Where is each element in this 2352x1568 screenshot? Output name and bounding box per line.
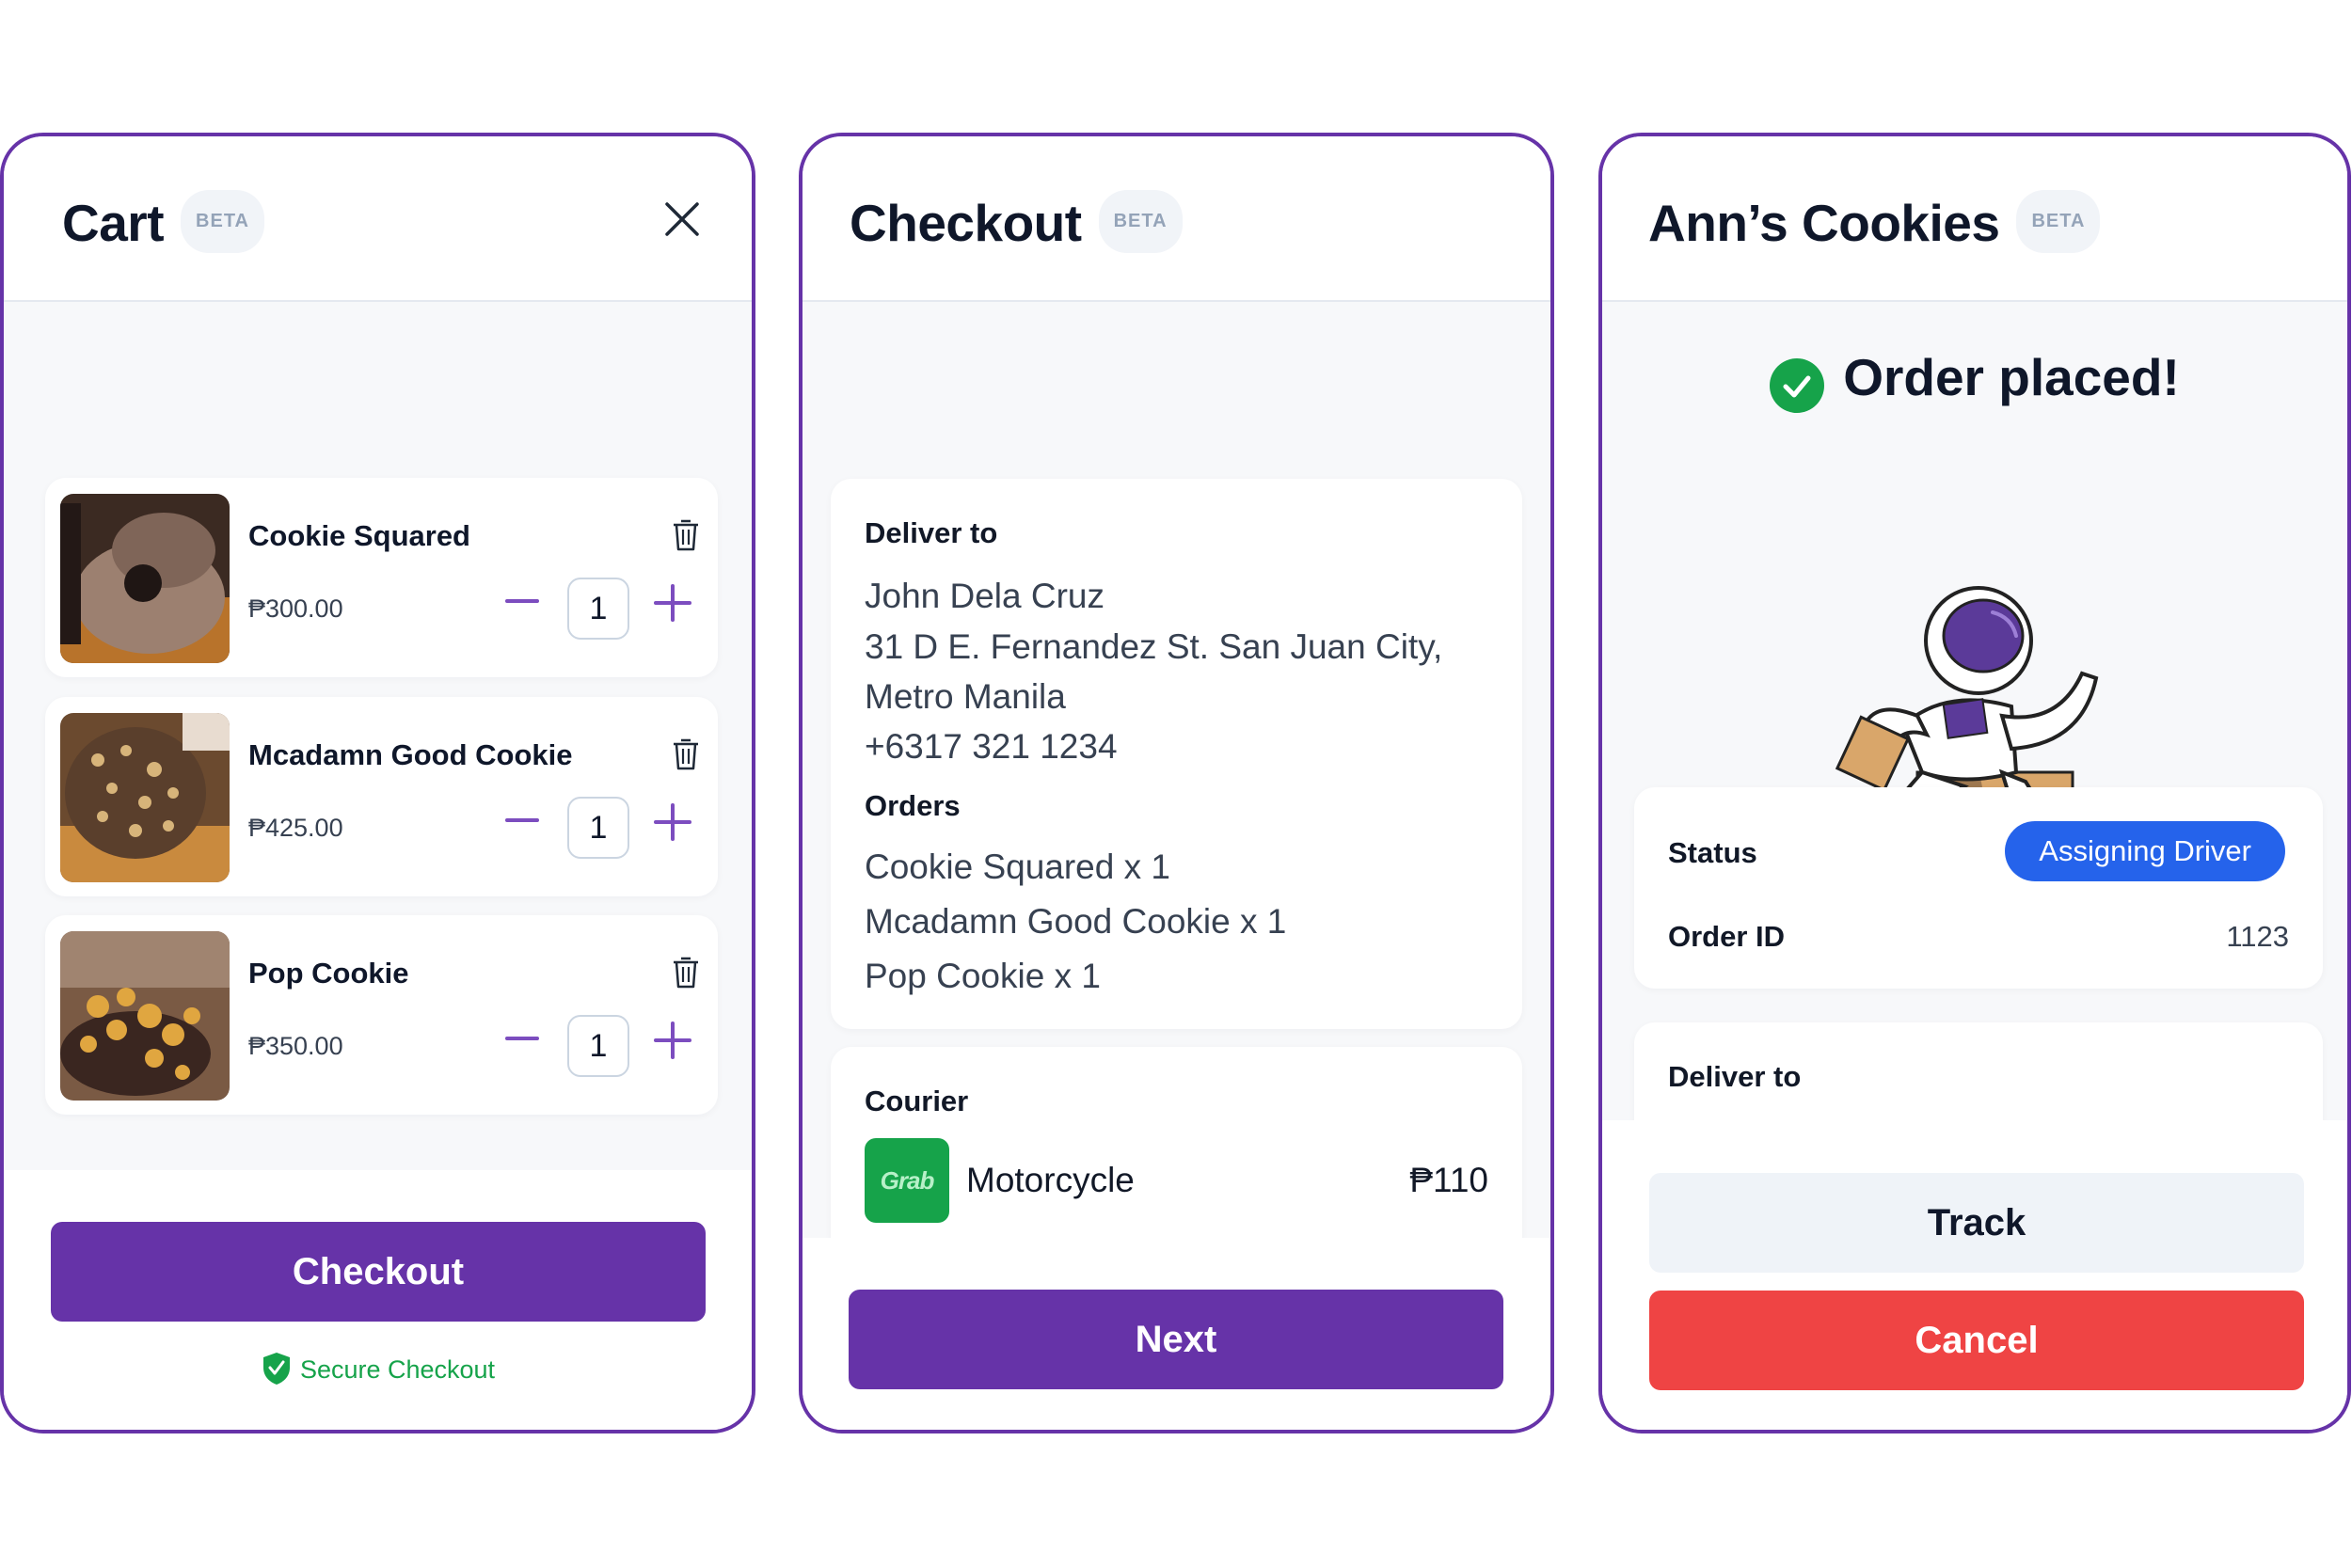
beta-badge: BETA [1098, 189, 1183, 253]
order-confirmation-panel: Ann’s Cookies BETA Order placed! Status … [1598, 133, 2351, 1433]
beta-badge: BETA [2016, 189, 2101, 253]
decrease-quantity-button[interactable] [503, 1020, 541, 1057]
beta-badge: BETA [181, 189, 264, 253]
cart-footer: Checkout Secure Checkout [4, 1170, 752, 1430]
item-name: Pop Cookie [248, 957, 409, 990]
checkout-panel: Checkout BETA Deliver to John Dela Cruz 3… [799, 133, 1554, 1433]
cart-title: Cart [62, 194, 165, 252]
courier-label: Courier [865, 1085, 969, 1117]
cart-header: Cart BETA [4, 136, 752, 302]
order-line: Cookie Squared x 1 [865, 847, 1170, 886]
item-price: ₱350.00 [248, 1032, 343, 1060]
order-status-card: Status Assigning Driver Order ID 1123 [1634, 787, 2323, 989]
item-price: ₱300.00 [248, 594, 343, 623]
quantity-field[interactable]: 1 [567, 1015, 629, 1077]
deliver-to-label: Deliver to [1668, 1060, 1802, 1093]
status-label: Status [1668, 836, 1757, 869]
item-price: ₱425.00 [248, 814, 343, 842]
shield-check-icon [262, 1353, 290, 1385]
delivery-summary-card: Deliver to John Dela Cruz 31 D E. Fernan… [831, 479, 1522, 1029]
cart-item: Mcadamn Good Cookie ₱425.00 1 [45, 697, 718, 896]
courier-card: Courier Grab Motorcycle ₱110 [831, 1047, 1522, 1258]
trash-icon[interactable] [671, 955, 701, 990]
cookie-image [60, 494, 230, 663]
track-button[interactable]: Track [1649, 1173, 2304, 1273]
cart-item: Pop Cookie ₱350.00 1 [45, 915, 718, 1115]
address-line-2: Metro Manila [865, 677, 1066, 716]
checkout-button[interactable]: Checkout [51, 1222, 706, 1322]
secure-checkout-note: Secure Checkout [4, 1353, 752, 1389]
cart-body: Cookie Squared ₱300.00 1 Mcadamn Good Co… [4, 302, 752, 1303]
checkout-header: Checkout BETA [803, 136, 1550, 302]
confirmation-header: Ann’s Cookies BETA [1602, 136, 2347, 302]
trash-icon[interactable] [671, 517, 701, 553]
deliver-to-label: Deliver to [865, 516, 998, 549]
increase-quantity-button[interactable] [652, 801, 693, 843]
checkout-body: Deliver to John Dela Cruz 31 D E. Fernan… [803, 302, 1550, 1370]
courier-price: ₱110 [1409, 1161, 1488, 1199]
order-id-value: 1123 [2226, 920, 2289, 953]
courier-option[interactable]: Motorcycle [966, 1161, 1135, 1200]
checkout-footer: Next [803, 1238, 1550, 1430]
store-title: Ann’s Cookies [1648, 194, 2000, 252]
increase-quantity-button[interactable] [652, 582, 693, 624]
address-line-1: 31 D E. Fernandez St. San Juan City, [865, 627, 1443, 666]
order-line: Pop Cookie x 1 [865, 957, 1101, 995]
confirmation-body: Order placed! Status Assigning Driver Or… [1602, 302, 2347, 1154]
cancel-button[interactable]: Cancel [1649, 1291, 2304, 1390]
order-placed-heading: Order placed! [1602, 347, 2347, 419]
decrease-quantity-button[interactable] [503, 801, 541, 839]
page-title: Checkout BETA [850, 189, 1183, 259]
grab-logo: Grab [865, 1138, 949, 1223]
item-name: Cookie Squared [248, 519, 470, 552]
check-circle-icon [1770, 357, 1825, 413]
orders-label: Orders [865, 789, 961, 822]
order-placed-text: Order placed! [1843, 348, 2180, 406]
decrease-quantity-button[interactable] [503, 582, 541, 620]
cookie-image [60, 931, 230, 1101]
cart-panel: Cart BETA Cookie Squared ₱300.00 1 Mcada… [0, 133, 755, 1433]
order-line: Mcadamn Good Cookie x 1 [865, 902, 1287, 941]
trash-icon[interactable] [671, 736, 701, 772]
secure-checkout-label: Secure Checkout [299, 1355, 496, 1385]
quantity-field[interactable]: 1 [567, 797, 629, 859]
close-icon[interactable] [661, 198, 703, 240]
phone-number: +6317 321 1234 [865, 727, 1118, 766]
status-badge: Assigning Driver [2005, 821, 2285, 881]
page-title: Ann’s Cookies BETA [1648, 189, 2101, 259]
order-id-label: Order ID [1668, 920, 1786, 953]
quantity-field[interactable]: 1 [567, 578, 629, 640]
checkout-title: Checkout [850, 194, 1082, 252]
increase-quantity-button[interactable] [652, 1020, 693, 1061]
next-button[interactable]: Next [849, 1290, 1503, 1389]
cart-item: Cookie Squared ₱300.00 1 [45, 478, 718, 677]
cookie-image [60, 713, 230, 882]
page-title: Cart BETA [62, 189, 264, 259]
confirmation-footer: Track Cancel [1602, 1120, 2347, 1430]
item-name: Mcadamn Good Cookie [248, 738, 573, 771]
recipient-name: John Dela Cruz [865, 577, 1105, 615]
